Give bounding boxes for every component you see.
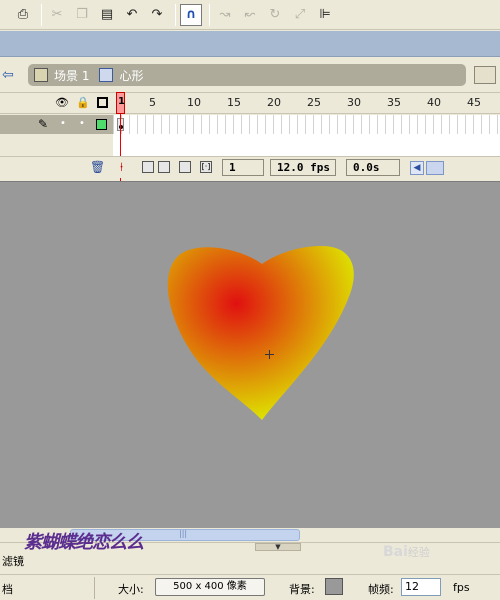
outline-icon[interactable]	[96, 97, 108, 108]
ruler-number: 25	[307, 96, 321, 109]
layer-row[interactable]: ✎ • •	[0, 115, 500, 134]
back-arrow-icon[interactable]: ⇦	[2, 67, 18, 83]
snap-magnet-icon[interactable]: ∩	[180, 3, 202, 26]
graphic-symbol-icon	[99, 68, 114, 82]
lock-dot[interactable]: •	[79, 118, 85, 129]
playhead[interactable]: 1	[116, 92, 125, 114]
stage[interactable]	[0, 181, 500, 528]
ruler-number: 45	[467, 96, 481, 109]
layer-outline-color[interactable]	[96, 119, 107, 130]
toolbar-separator	[175, 3, 176, 26]
align-icon[interactable]: ⊫	[314, 4, 336, 26]
lock-icon[interactable]: 🔒	[76, 96, 90, 110]
cut-icon[interactable]: ✂	[46, 4, 68, 26]
timeline-status-bar: 🗑 ⍿ [·] 1 12.0 fps 0.0s ◀	[0, 156, 500, 178]
timeline-header: 👁 🔒 5 10 15 20 25 30 35 40 45	[0, 92, 500, 114]
ruler-number: 5	[149, 96, 156, 109]
size-label: 大小:	[118, 583, 144, 596]
undo-icon[interactable]: ↶	[121, 4, 143, 26]
heart-shape[interactable]	[167, 246, 354, 420]
divider	[94, 577, 95, 599]
center-frame-icon[interactable]: ⍿	[120, 160, 123, 175]
properties-bar: 档 大小: 500 x 400 像素 背景: 帧频: 12 fps	[0, 574, 500, 600]
main-toolbar: ⎙ ✂ ❐ ▤ ↶ ↷ ∩ ↝ ↜ ↻ ⤢ ⊫	[0, 0, 500, 30]
scroll-left-arrow-icon[interactable]: ◀	[410, 161, 424, 175]
watermark-baidu-sub: 经验	[407, 546, 430, 559]
background-label: 背景:	[289, 583, 315, 596]
ruler-number: 15	[227, 96, 241, 109]
registration-point	[265, 350, 274, 359]
stage-canvas	[167, 246, 354, 420]
breadcrumb: 场景 1 心形	[28, 64, 466, 86]
timeline-scroll-thumb[interactable]	[426, 161, 444, 175]
straighten-icon[interactable]: ↜	[239, 4, 261, 26]
watermark-signature: 紫蝴蝶绝恋么么	[24, 532, 144, 553]
pencil-icon: ✎	[38, 117, 49, 131]
onion-skin-outlines-icon[interactable]	[158, 161, 170, 173]
document-size-button[interactable]: 500 x 400 像素	[155, 578, 265, 596]
ruler-number: 35	[387, 96, 401, 109]
layer-frames[interactable]	[113, 115, 500, 134]
eye-icon[interactable]: 👁	[55, 96, 69, 110]
toolbar-separator	[41, 3, 42, 26]
playhead-frame-number: 1	[118, 96, 125, 107]
print-icon[interactable]: ⎙	[12, 4, 34, 26]
edit-bar: ⇦ 场景 1 心形	[0, 60, 500, 90]
document-label: 档	[2, 583, 13, 596]
watermark-baidu-text: Bai	[383, 544, 408, 560]
copy-icon[interactable]: ❐	[71, 4, 93, 26]
toolbar-separator	[209, 3, 210, 26]
scale-icon[interactable]: ⤢	[289, 4, 311, 26]
background-color-swatch[interactable]	[325, 578, 343, 595]
filters-tab[interactable]: 滤镜	[2, 553, 24, 569]
breadcrumb-symbol[interactable]: 心形	[119, 67, 143, 84]
ruler-number: 10	[187, 96, 201, 109]
collapse-arrow-icon[interactable]: ▼	[255, 543, 301, 551]
current-frame-display: 1	[222, 159, 264, 176]
onion-skin-icon[interactable]	[142, 161, 154, 173]
timeline-ruler[interactable]: 5 10 15 20 25 30 35 40 45	[113, 93, 500, 115]
breadcrumb-scene[interactable]: 场景 1	[54, 67, 89, 84]
redo-icon[interactable]: ↷	[146, 4, 168, 26]
smooth-icon[interactable]: ↝	[214, 4, 236, 26]
frames-empty-area	[113, 134, 500, 156]
watermark-baidu: Bai经验	[383, 544, 430, 560]
edit-multiple-frames-icon[interactable]	[179, 161, 191, 173]
elapsed-time-display: 0.0s	[346, 159, 400, 176]
scene-clapper-icon	[34, 68, 48, 82]
document-tab-bar	[0, 31, 500, 57]
modify-onion-markers-icon[interactable]: [·]	[200, 161, 212, 173]
ruler-number: 40	[427, 96, 441, 109]
rotate-icon[interactable]: ↻	[264, 4, 286, 26]
frame-rate-display[interactable]: 12.0 fps	[270, 159, 336, 176]
ruler-number: 30	[347, 96, 361, 109]
ruler-number: 20	[267, 96, 281, 109]
timeline-empty-area	[0, 134, 500, 156]
visibility-dot[interactable]: •	[60, 118, 66, 129]
trash-icon[interactable]: 🗑	[90, 160, 105, 174]
edit-symbols-button[interactable]	[474, 66, 496, 84]
frame-rate-label: 帧频:	[368, 583, 394, 596]
frame-rate-input[interactable]: 12	[401, 578, 441, 596]
paste-icon[interactable]: ▤	[96, 4, 118, 26]
fps-unit-label: fps	[453, 581, 470, 594]
